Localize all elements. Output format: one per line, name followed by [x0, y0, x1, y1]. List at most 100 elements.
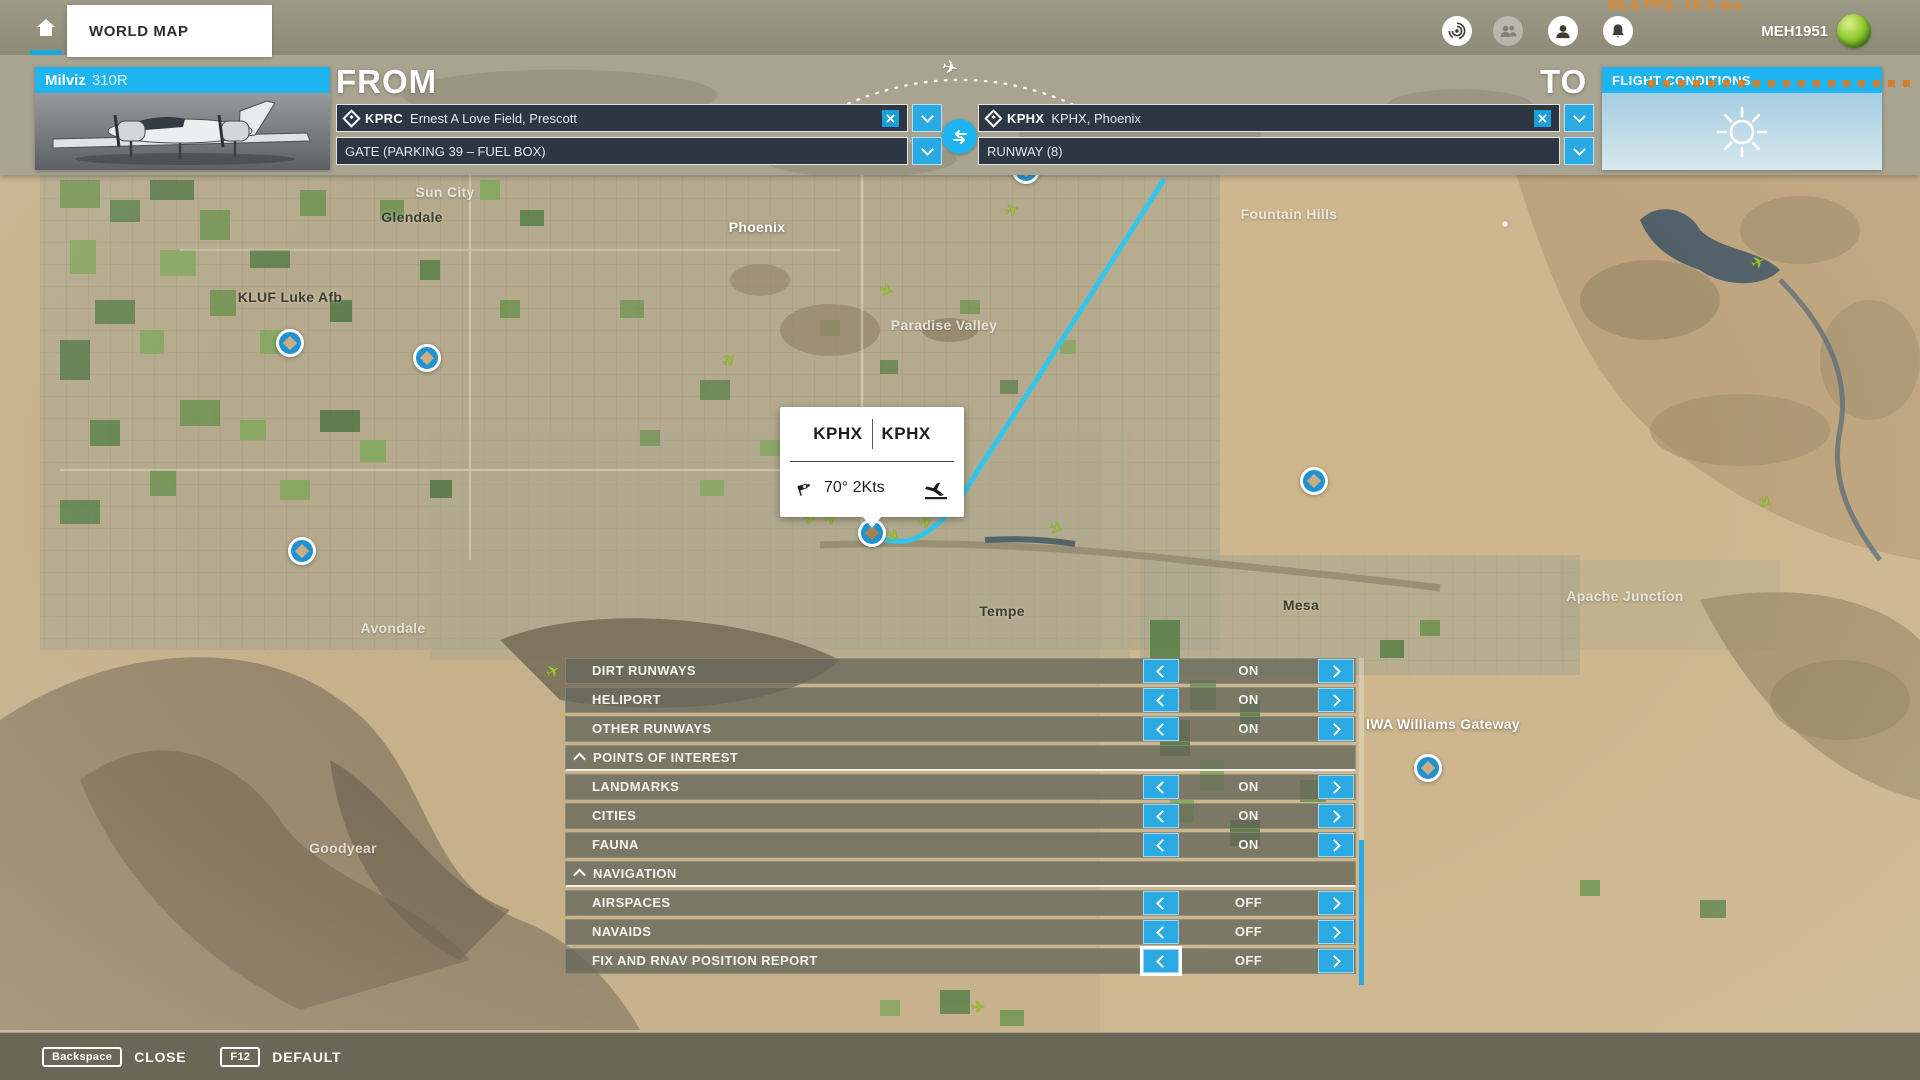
default-hint[interactable]: F12 DEFAULT: [220, 1047, 341, 1067]
setting-label: DIRT RUNWAYS: [592, 659, 696, 683]
from-parking-value: GATE (PARKING 39 – FUEL BOX): [345, 144, 546, 159]
panel-scrollbar-thumb[interactable]: [1359, 840, 1364, 985]
settings-section-header[interactable]: POINTS OF INTEREST: [565, 745, 1356, 771]
setting-next-button[interactable]: [1318, 688, 1354, 712]
airport-info-popup: KPHX KPHX 70° 2Kts: [780, 407, 964, 517]
map-label: Fountain Hills: [1241, 206, 1338, 222]
bell-icon: [1608, 21, 1628, 41]
setting-previous-button[interactable]: [1143, 775, 1179, 799]
from-airport-field[interactable]: KPRC Ernest A Love Field, Prescott: [336, 104, 908, 132]
map-label: Tempe: [979, 603, 1025, 619]
chevron-right-icon: [1328, 781, 1341, 794]
setting-previous-button[interactable]: [1143, 891, 1179, 915]
airport-diamond-icon: [984, 109, 1002, 127]
map-label: KLUF Luke Afb: [238, 289, 342, 305]
chevron-left-icon: [1156, 839, 1169, 852]
avatar[interactable]: [1837, 14, 1871, 48]
chevron-left-icon: [1156, 665, 1169, 678]
swap-from-to-button[interactable]: [942, 119, 977, 154]
world-map-screen: { "top_bar": { "tab_label": "WORLD MAP",…: [0, 0, 1920, 1080]
airport-marker[interactable]: [288, 537, 316, 565]
setting-previous-button[interactable]: [1143, 949, 1179, 973]
chevron-left-icon: [1156, 723, 1169, 736]
profile-button[interactable]: [1548, 16, 1578, 46]
setting-previous-button[interactable]: [1143, 659, 1179, 683]
poi-dot[interactable]: [1502, 221, 1508, 227]
to-airport-code: KPHX: [1007, 111, 1044, 126]
from-airport-name: Ernest A Love Field, Prescott: [410, 111, 577, 126]
setting-value: ON: [1182, 659, 1315, 683]
vfr-map-button[interactable]: [1442, 16, 1472, 46]
from-parking-dropdown-button[interactable]: [912, 137, 942, 165]
airport-marker[interactable]: [413, 344, 441, 372]
chevron-right-icon: [1328, 810, 1341, 823]
close-hint[interactable]: Backspace CLOSE: [42, 1047, 186, 1067]
setting-value: ON: [1182, 688, 1315, 712]
settings-row: OTHER RUNWAYSON: [565, 716, 1356, 742]
chevron-left-icon: [1156, 810, 1169, 823]
username: MEH1951: [1758, 23, 1828, 40]
notifications-button[interactable]: [1603, 16, 1633, 46]
flight-planner-bar: ✈ Milviz 310R FROM KPRC: [0, 55, 1920, 175]
to-airport-dropdown-button[interactable]: [1564, 104, 1594, 132]
default-label: DEFAULT: [272, 1049, 341, 1065]
aircraft-model: 310R: [92, 72, 128, 89]
tab-world-map[interactable]: WORLD MAP: [67, 5, 272, 57]
popup-wind-text: 70° 2Kts: [824, 479, 885, 497]
chevron-right-icon: [1328, 694, 1341, 707]
aircraft-card-header: Milviz 310R: [35, 67, 330, 93]
setting-previous-button[interactable]: [1143, 717, 1179, 741]
landing-plane-icon: [923, 476, 949, 500]
setting-next-button[interactable]: [1318, 659, 1354, 683]
chevron-right-icon: [1328, 723, 1341, 736]
popup-wind-row: 70° 2Kts: [780, 462, 964, 514]
aircraft-card[interactable]: Milviz 310R: [35, 67, 330, 170]
chevron-down-icon: [1573, 110, 1586, 123]
home-button[interactable]: [28, 8, 64, 48]
settings-row: AIRSPACESOFF: [565, 890, 1356, 916]
settings-section-header[interactable]: NAVIGATION: [565, 861, 1356, 887]
setting-previous-button[interactable]: [1143, 833, 1179, 857]
setting-previous-button[interactable]: [1143, 804, 1179, 828]
setting-next-button[interactable]: [1318, 804, 1354, 828]
to-runway-dropdown-button[interactable]: [1564, 137, 1594, 165]
setting-label: LANDMARKS: [592, 775, 679, 799]
to-airport-field[interactable]: KPHX KPHX, Phoenix: [978, 104, 1560, 132]
f12-keycap: F12: [220, 1047, 260, 1067]
airport-marker[interactable]: [1414, 754, 1442, 782]
people-icon: [1498, 21, 1518, 41]
from-heading: FROM: [336, 63, 437, 101]
clear-to-button[interactable]: [1534, 110, 1551, 127]
multiplayer-button[interactable]: [1493, 16, 1523, 46]
setting-previous-button[interactable]: [1143, 688, 1179, 712]
popup-title-secondary: KPHX: [882, 424, 931, 444]
setting-next-button[interactable]: [1318, 920, 1354, 944]
from-parking-field[interactable]: GATE (PARKING 39 – FUEL BOX): [336, 137, 908, 165]
airport-marker[interactable]: [1300, 467, 1328, 495]
to-airport-name: KPHX, Phoenix: [1051, 111, 1141, 126]
setting-next-button[interactable]: [1318, 717, 1354, 741]
airport-marker[interactable]: [276, 329, 304, 357]
map-label: Paradise Valley: [891, 317, 997, 333]
from-airport-dropdown-button[interactable]: [912, 104, 942, 132]
setting-value: ON: [1182, 804, 1315, 828]
setting-next-button[interactable]: [1318, 775, 1354, 799]
flight-conditions-card[interactable]: FLIGHT CONDITIONS: [1602, 67, 1882, 170]
chevron-right-icon: [1328, 665, 1341, 678]
swap-arrows-icon: [950, 127, 970, 147]
setting-label: OTHER RUNWAYS: [592, 717, 712, 741]
chevron-right-icon: [1328, 926, 1341, 939]
close-icon: [1538, 114, 1547, 123]
to-runway-field[interactable]: RUNWAY (8): [978, 137, 1560, 165]
aircraft-silhouette: [35, 93, 328, 170]
fps-counter: 96.6 FPS, 10.3 ms: [1608, 0, 1742, 14]
setting-previous-button[interactable]: [1143, 920, 1179, 944]
clear-from-button[interactable]: [882, 110, 899, 127]
small-airport-plane-icon[interactable]: ✈: [971, 999, 985, 1016]
map-label: Mesa: [1283, 597, 1319, 613]
popup-title-primary: KPHX: [813, 424, 862, 444]
setting-next-button[interactable]: [1318, 949, 1354, 973]
backspace-keycap: Backspace: [42, 1047, 122, 1067]
setting-next-button[interactable]: [1318, 833, 1354, 857]
setting-next-button[interactable]: [1318, 891, 1354, 915]
